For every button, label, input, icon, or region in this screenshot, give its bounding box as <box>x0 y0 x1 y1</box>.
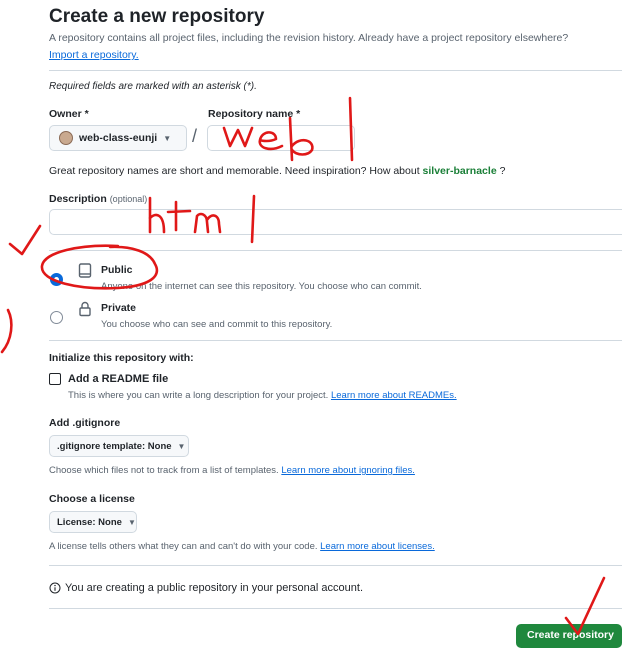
description-input[interactable] <box>49 209 622 235</box>
repo-icon <box>78 263 92 278</box>
visibility-private-title: Private <box>101 302 137 314</box>
visibility-private-radio[interactable] <box>50 311 63 324</box>
required-fields-note: Required fields are marked with an aster… <box>49 81 257 92</box>
visibility-public-title: Public <box>101 264 133 276</box>
license-learn-more-link[interactable]: Learn more about licenses. <box>320 541 435 552</box>
info-icon <box>49 582 61 594</box>
owner-dropdown[interactable]: web-class-eunji ▼ <box>49 125 187 151</box>
gitignore-learn-more-link[interactable]: Learn more about ignoring files. <box>281 465 415 476</box>
chevron-down-icon: ▼ <box>127 517 136 527</box>
license-desc-text: A license tells others what they can and… <box>49 541 318 552</box>
gitignore-label: Add .gitignore <box>49 417 121 429</box>
description-label-text: Description <box>49 193 107 205</box>
page-subtitle: A repository contains all project files,… <box>49 32 569 44</box>
initialize-heading: Initialize this repository with: <box>49 352 194 364</box>
gitignore-desc: Choose which files not to track from a l… <box>49 465 415 476</box>
readme-checkbox[interactable] <box>49 373 61 385</box>
name-hint: Great repository names are short and mem… <box>49 165 505 177</box>
public-repo-notice: You are creating a public repository in … <box>49 582 363 594</box>
visibility-public-radio[interactable] <box>50 273 63 286</box>
readme-desc-text: This is where you can write a long descr… <box>68 390 329 401</box>
name-hint-suffix: ? <box>499 165 506 177</box>
license-desc: A license tells others what they can and… <box>49 541 435 552</box>
import-repository-link[interactable]: Import a repository. <box>49 49 139 61</box>
gitignore-button-label: .gitignore template: None <box>57 440 172 452</box>
divider <box>49 565 622 566</box>
description-label: Description (optional) <box>49 193 147 205</box>
divider <box>49 608 622 609</box>
visibility-public-desc: Anyone on the internet can see this repo… <box>101 281 422 292</box>
license-button-label: License: None <box>57 516 122 528</box>
divider <box>49 340 622 341</box>
license-label: Choose a license <box>49 493 135 505</box>
name-hint-prefix: Great repository names are short and mem… <box>49 165 420 177</box>
license-dropdown[interactable]: License: None ▼ <box>49 511 137 533</box>
avatar <box>59 131 73 145</box>
visibility-private-desc: You choose who can see and commit to thi… <box>101 319 333 330</box>
readme-label[interactable]: Add a README file <box>68 373 168 385</box>
readme-desc: This is where you can write a long descr… <box>68 390 457 401</box>
gitignore-desc-text: Choose which files not to track from a l… <box>49 465 279 476</box>
page-title: Create a new repository <box>49 6 265 27</box>
name-suggestion[interactable]: silver-barnacle <box>423 165 497 177</box>
owner-value: web-class-eunji <box>79 132 158 144</box>
gitignore-dropdown[interactable]: .gitignore template: None ▼ <box>49 435 189 457</box>
repository-name-input[interactable] <box>207 125 355 151</box>
repository-name-label: Repository name * <box>208 108 301 120</box>
readme-learn-more-link[interactable]: Learn more about READMEs. <box>331 390 457 401</box>
description-optional: (optional) <box>109 194 148 204</box>
chevron-down-icon: ▼ <box>163 133 172 143</box>
owner-label: Owner * <box>49 108 89 120</box>
divider <box>49 70 622 71</box>
create-repository-button[interactable]: Create repository <box>516 624 622 648</box>
notice-text: You are creating a public repository in … <box>65 582 363 594</box>
lock-icon <box>79 301 91 317</box>
owner-repo-separator: / <box>192 126 198 146</box>
divider <box>49 250 622 251</box>
chevron-down-icon: ▼ <box>177 441 186 451</box>
